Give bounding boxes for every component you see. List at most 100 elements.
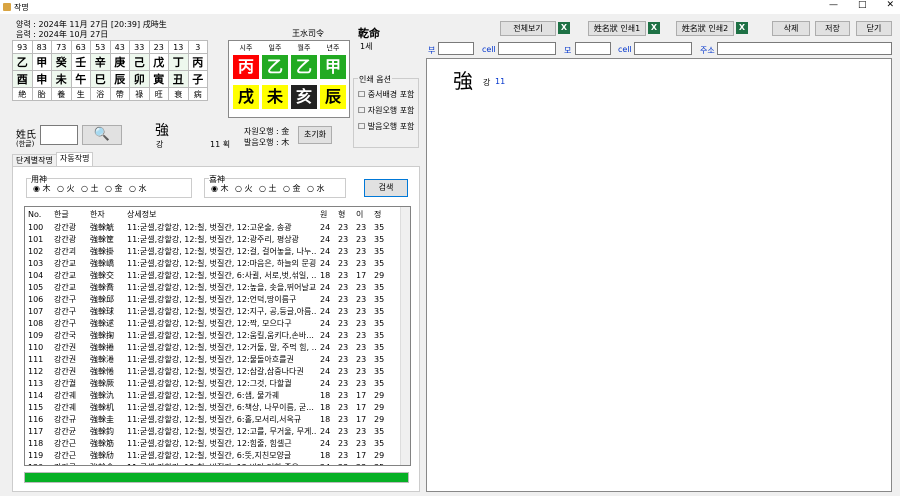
yongsin-radio[interactable]: ○ 水 [129, 183, 147, 194]
radio-icon: ◉ [33, 184, 43, 193]
table-cell: 17 [356, 402, 367, 412]
table-cell: 24 [320, 234, 331, 244]
huisin-radio[interactable]: ○ 土 [259, 183, 277, 194]
table-cell: 11:굳셀,강할강, 12:칠, 벗질간, 6:뜻,지친모양글 [127, 450, 292, 460]
table-row[interactable]: 117 강간균 強榦鈞 11:굳셀,강할강, 12:칠, 벗질간, 12:고를, 무거… [25, 425, 397, 437]
table-cell: 29 [374, 450, 385, 460]
gapja-branches-cell: 巳 [90, 70, 111, 88]
father-input[interactable] [438, 42, 474, 55]
table-row[interactable]: 105 강간교 強榦喬 11:굳셀,강할강, 12:칠, 벗질간, 12:높을, 솟을… [25, 281, 397, 293]
table-row[interactable]: 113 강간궐 強榦厥 11:굳셀,강할강, 12:칠, 벗질간, 12:그것, 다할… [25, 377, 397, 389]
mother-input[interactable] [575, 42, 611, 55]
huisin-radio[interactable]: ○ 金 [283, 183, 301, 194]
gapja-branches-cell: 午 [70, 70, 91, 88]
gapja-branches-cell: 寅 [148, 70, 169, 88]
surname-hanja: 強 [155, 123, 169, 139]
gapja-numbers-cell: 53 [90, 40, 111, 54]
tab-auto[interactable]: 자동작명 [56, 152, 94, 167]
gapja-stages-cell: 祿 [129, 87, 150, 101]
surname-input[interactable] [40, 125, 78, 145]
table-row[interactable]: 115 강간궤 強榦机 11:굳셀,강할강, 12:칠, 벗질간, 6:책상, 나무이… [25, 401, 397, 413]
maximize-button[interactable]: □ [858, 0, 867, 10]
table-row[interactable]: 114 강간궤 強榦氿 11:굳셀,강할강, 12:칠, 벗질간, 6:샘, 물가궤 1… [25, 389, 397, 401]
column-header[interactable]: 한자 [87, 207, 124, 221]
table-row[interactable]: 110 강간권 強榦捲 11:굳셀,강할강, 12:칠, 벗질간, 12:거둘, 말,… [25, 341, 397, 353]
print2-button[interactable]: 姓名狀 인쇄2 [676, 21, 734, 36]
table-cell: 29 [374, 270, 385, 280]
saju-head: 년주 [326, 44, 340, 52]
table-row[interactable]: 120강간금強榦金11:굳셀,강할강, 12:칠, 벗질간, 12:비단 더한 … [25, 461, 397, 466]
table-cell: 24 [320, 294, 331, 304]
table-cell: 103 [28, 258, 44, 268]
view-all-button[interactable]: 전체보기 [500, 21, 556, 36]
minimize-button[interactable]: — [829, 0, 838, 10]
table-row[interactable]: 101 강간광 強榦筐 11:굳셀,강할강, 12:칠, 벗질간, 12:광주리, 평… [25, 233, 397, 245]
table-row[interactable]: 102 강간괴 強榦掛 11:굳셀,강할강, 12:칠, 벗질간, 12:걸, 걸어놓… [25, 245, 397, 257]
option-jawon[interactable]: ☐ 자원오행 포함 [358, 105, 414, 116]
gapja-numbers-cell: 43 [109, 40, 130, 54]
table-cell: 強榦嶠 [90, 258, 114, 268]
huisin-radio[interactable]: ◉ 木 [211, 183, 229, 194]
excel-icon[interactable]: X [736, 22, 748, 34]
table-row[interactable]: 112 강간권 強榦惓 11:굳셀,강할강, 12:칠, 벗질간, 12:삼갈,삼중나… [25, 365, 397, 377]
table-cell: 강간권 [54, 342, 77, 352]
table-cell: 35 [374, 306, 385, 316]
table-row[interactable]: 109 강간국 強榦掬 11:굳셀,강할강, 12:칠, 벗질간, 12:움킬,움키다… [25, 329, 397, 341]
close-window-button[interactable]: ✕ [886, 0, 894, 10]
search-button[interactable]: 검색 [364, 179, 408, 197]
column-header[interactable]: 정 [371, 207, 397, 221]
table-row[interactable]: 119 강간근 強榦劤 11:굳셀,강할강, 12:칠, 벗질간, 6:뜻,지친모양글… [25, 449, 397, 461]
table-cell: 24 [320, 354, 331, 364]
table-row[interactable]: 100 강간광 強榦觥 11:굳셀,강할강, 12:칠, 벗질간, 12:고운술, 송… [25, 221, 397, 233]
column-header[interactable]: 상세정보 [124, 207, 317, 221]
table-row[interactable]: 103 강간교 強榦嶠 11:굳셀,강할강, 12:칠, 벗질간, 12:마음은, 하… [25, 257, 397, 269]
column-header[interactable]: 원 [317, 207, 335, 221]
table-row[interactable]: 118 강간근 強榦筋 11:굳셀,강할강, 12:칠, 벗질간, 12:힘줄, 힘셀… [25, 437, 397, 449]
print1-button[interactable]: 姓名狀 인쇄1 [588, 21, 646, 36]
search-surname-button[interactable]: 🔍 [82, 125, 122, 145]
cell2-input[interactable] [634, 42, 692, 55]
option-balum[interactable]: ☐ 발음오행 포함 [358, 121, 414, 132]
yongsin-radio[interactable]: ◉ 木 [33, 183, 51, 194]
option-background[interactable]: ☐ 중서배경 포함 [358, 89, 414, 100]
yongsin-radio[interactable]: ○ 金 [105, 183, 123, 194]
gapja-stems-cell: 己 [129, 53, 150, 71]
gapja-numbers-cell: 83 [31, 40, 52, 54]
huisin-radio[interactable]: ○ 水 [307, 183, 325, 194]
address-input[interactable] [717, 42, 892, 55]
table-cell: 23 [338, 414, 349, 424]
yongsin-radio[interactable]: ○ 火 [57, 183, 75, 194]
table-row[interactable]: 108 강간구 強榦逑 11:굳셀,강할강, 12:칠, 벗질간, 12:짝, 모으다… [25, 317, 397, 329]
table-row[interactable]: 104 강간교 強榦交 11:굳셀,강할강, 12:칠, 벗질간, 6:사귈, 서로,… [25, 269, 397, 281]
excel-icon[interactable]: X [558, 22, 570, 34]
gapja-branches-cell: 丑 [168, 70, 189, 88]
list-scrollbar[interactable] [400, 207, 410, 465]
table-cell: 23 [338, 378, 349, 388]
column-header[interactable]: 한글 [51, 207, 87, 221]
excel-icon[interactable]: X [648, 22, 660, 34]
result-panel: 強 강 11 [426, 58, 892, 492]
table-row[interactable]: 116 강간규 強榦圭 11:굳셀,강할강, 12:칠, 벗질간, 6:홀,모서리,서… [25, 413, 397, 425]
solar-date: 양력 : 2024年 11月 27日 [20:39] 戌時生 [16, 20, 167, 29]
delete-button[interactable]: 삭제 [772, 21, 810, 36]
huisin-radio[interactable]: ○ 火 [235, 183, 253, 194]
radio-icon: ○ [283, 184, 293, 193]
table-row[interactable]: 106 강간구 強榦邱 11:굳셀,강할강, 12:칠, 벗질간, 12:언덕,땅이름… [25, 293, 397, 305]
table-cell: 23 [338, 390, 349, 400]
age-label: 1세 [360, 42, 373, 51]
radio-icon: ○ [105, 184, 115, 193]
column-header[interactable]: No. [25, 207, 51, 221]
table-cell: 強榦鈞 [90, 426, 114, 436]
save-button[interactable]: 저장 [815, 21, 850, 36]
cell1-input[interactable] [498, 42, 556, 55]
table-cell: 18 [320, 414, 331, 424]
table-cell: 112 [28, 366, 44, 376]
column-header[interactable]: 이 [353, 207, 371, 221]
yongsin-radio[interactable]: ○ 土 [81, 183, 99, 194]
table-cell: 23 [356, 366, 367, 376]
table-row[interactable]: 111 강간권 強榦淃 11:굳셀,강할강, 12:칠, 벗질간, 12:물돌아흐를권… [25, 353, 397, 365]
reset-button[interactable]: 초기화 [298, 126, 332, 144]
table-row[interactable]: 107 강간구 強榦球 11:굳셀,강할강, 12:칠, 벗질간, 12:지구, 공,… [25, 305, 397, 317]
close-button[interactable]: 닫기 [856, 21, 892, 36]
column-header[interactable]: 형 [335, 207, 353, 221]
